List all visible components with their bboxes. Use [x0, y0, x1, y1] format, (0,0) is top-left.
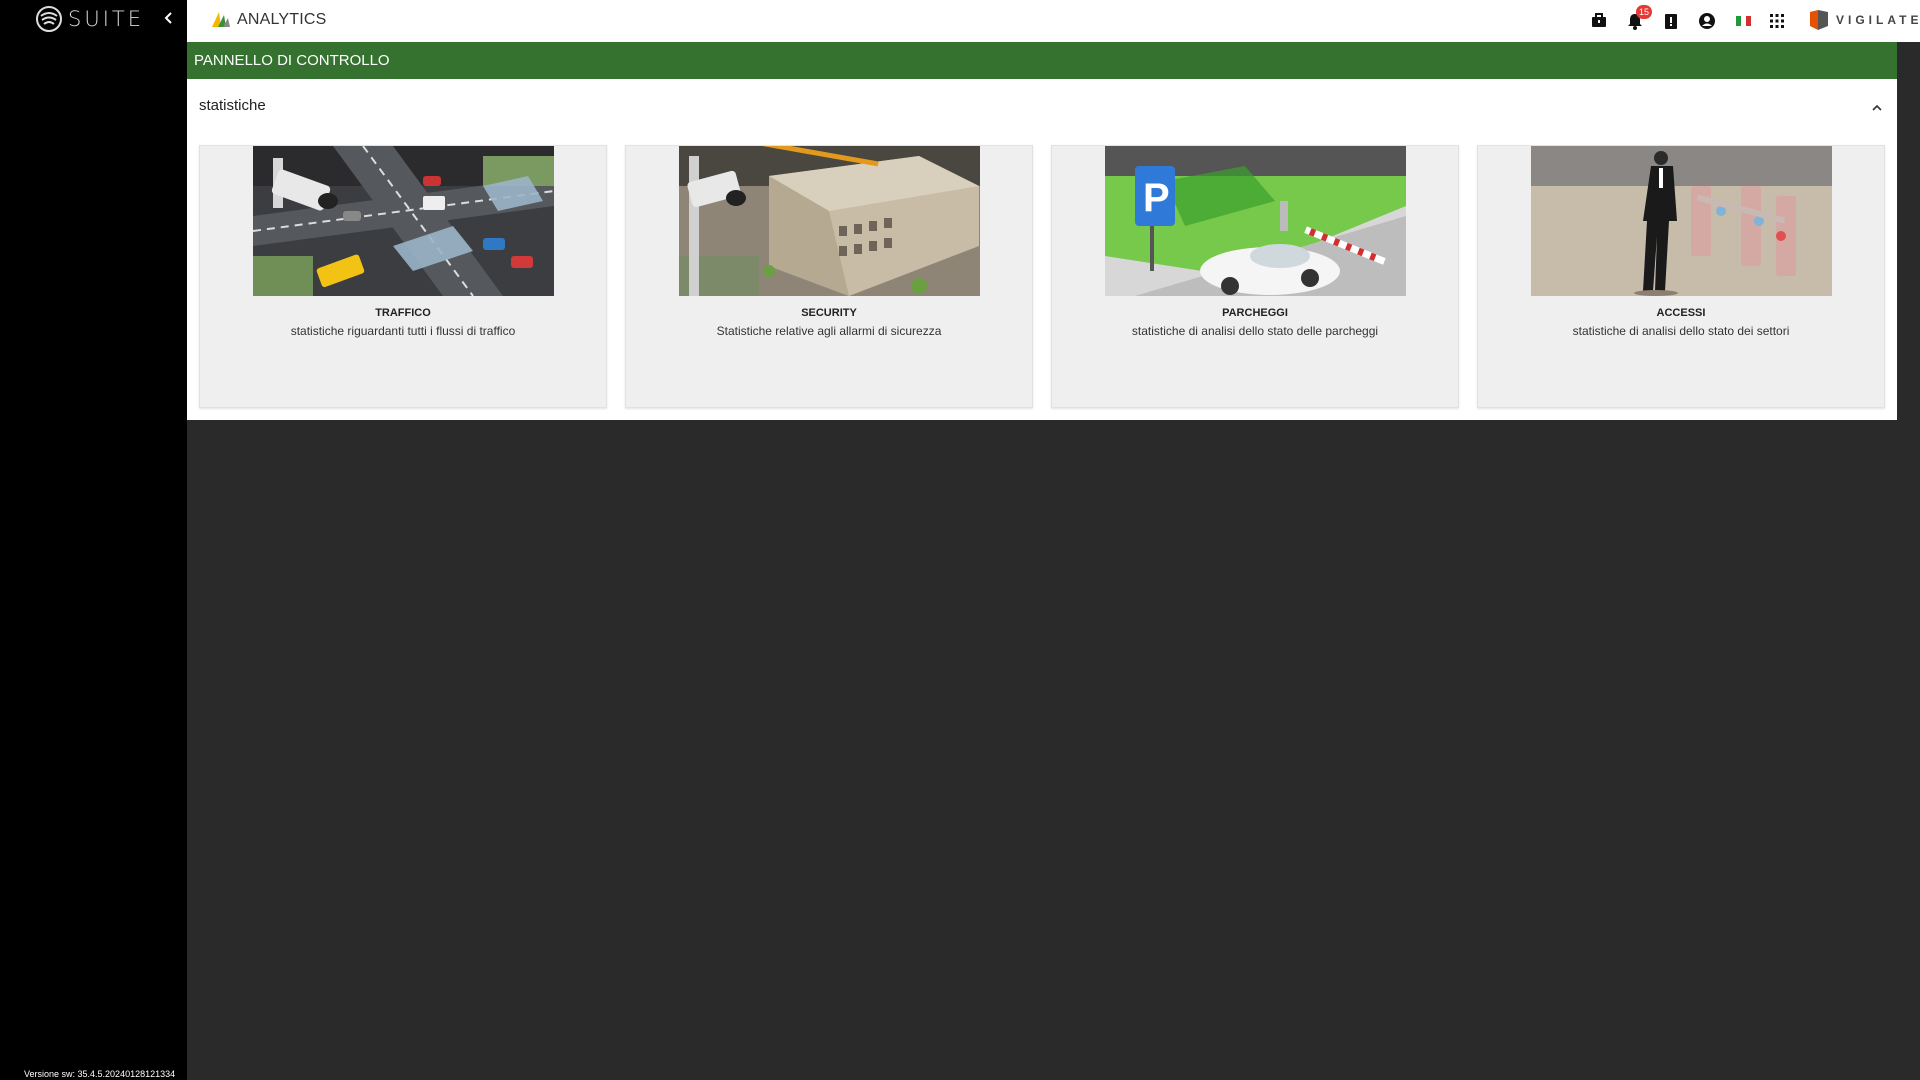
card-security[interactable]: SECURITY Statistiche relative agli allar…: [625, 145, 1033, 408]
cards-grid: TRAFFICO statistiche riguardanti tutti i…: [199, 145, 1885, 408]
account-circle-icon: [1699, 13, 1715, 29]
security-illustration: [679, 146, 980, 296]
notifications-badge: 15: [1636, 5, 1653, 19]
app-title[interactable]: ANALYTICS: [209, 9, 327, 31]
card-description: statistiche di analisi dello stato delle…: [1131, 324, 1379, 338]
suite-logo-icon: [36, 6, 62, 32]
user-account-button[interactable]: [1697, 11, 1717, 31]
vigilate-logo-text: VIGILATE: [1836, 13, 1920, 27]
card-description: statistiche di analisi dello stato dei s…: [1572, 324, 1790, 338]
software-version: Versione sw: 35.4.5.20240128121334: [24, 1069, 176, 1079]
parking-illustration: P: [1105, 146, 1406, 296]
apps-menu-button[interactable]: [1767, 11, 1787, 31]
collapse-sidebar-button[interactable]: [160, 8, 178, 28]
traffic-illustration: [253, 146, 554, 296]
chevron-left-icon: [164, 12, 172, 24]
apps-grid-icon: [1770, 14, 1784, 28]
card-accessi[interactable]: ACCESSI statistiche di analisi dello sta…: [1477, 145, 1885, 408]
card-description: Statistiche relative agli allarmi di sic…: [716, 324, 942, 338]
italian-flag-icon: [1736, 16, 1751, 26]
analytics-logo-icon: [212, 12, 230, 27]
toolbox-button[interactable]: [1589, 11, 1609, 31]
sidebar: SUITE Versione sw: 35.4.5.20240128121334: [0, 0, 187, 1080]
card-title: ACCESSI: [1656, 307, 1706, 319]
card-description: statistiche riguardanti tutti i flussi d…: [290, 324, 516, 338]
chevron-up-icon: [1872, 104, 1882, 111]
panel-title: statistiche: [199, 97, 266, 114]
collapse-panel-button[interactable]: [1870, 101, 1884, 115]
suite-logo[interactable]: SUITE: [36, 6, 144, 32]
language-selector[interactable]: [1733, 11, 1753, 31]
notifications-button[interactable]: 15: [1625, 5, 1653, 31]
svg-text:P: P: [1143, 176, 1170, 220]
vigilate-logo: VIGILATE: [1808, 8, 1920, 32]
card-parcheggi[interactable]: P PARCHEGGI statistiche di analisi dello…: [1051, 145, 1459, 408]
toolbox-icon: [1592, 13, 1606, 27]
app-title-text: ANALYTICS: [237, 11, 327, 28]
brand-name: SUITE: [68, 7, 144, 31]
card-title: TRAFFICO: [375, 307, 431, 319]
vigilate-logo-icon: [1810, 10, 1828, 30]
card-traffico[interactable]: TRAFFICO statistiche riguardanti tutti i…: [199, 145, 607, 408]
access-illustration: [1531, 146, 1832, 296]
topbar: ANALYTICS 15: [187, 0, 1920, 42]
card-title: PARCHEGGI: [1222, 307, 1288, 319]
alert-icon: [1665, 14, 1677, 29]
statistics-panel: statistiche TRAFFICO statistiche riguard…: [187, 79, 1897, 420]
alerts-button[interactable]: [1661, 11, 1681, 31]
page-title: PANNELLO DI CONTROLLO: [187, 42, 1897, 79]
card-title: SECURITY: [801, 307, 857, 319]
